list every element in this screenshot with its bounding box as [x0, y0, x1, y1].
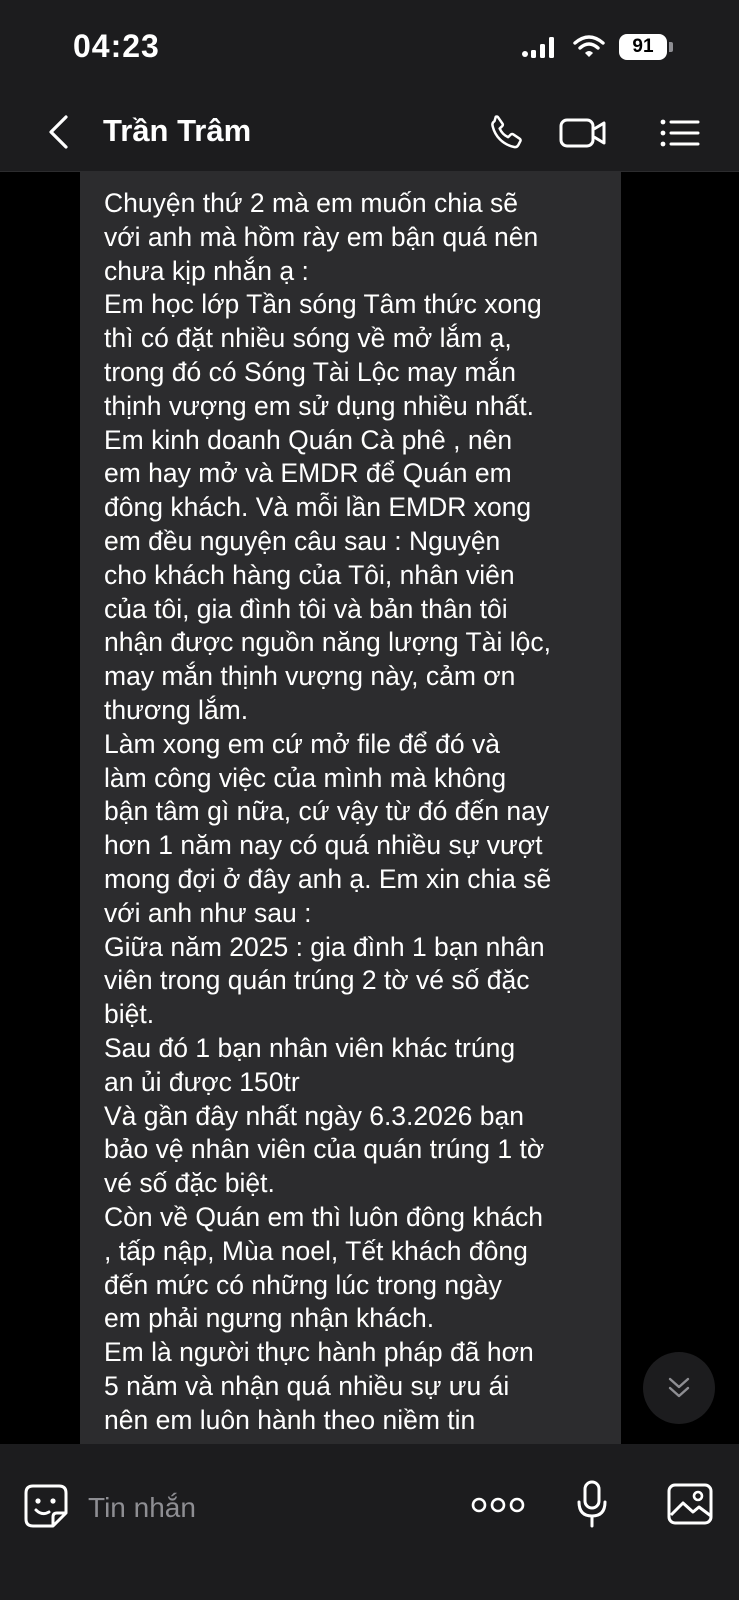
message-line: hơn 1 năm nay có quá nhiều sự vượt: [104, 830, 543, 861]
menu-button[interactable]: [652, 105, 708, 161]
double-chevron-down-icon: [668, 1377, 690, 1398]
message-line: thịnh vượng em sử dụng nhiều nhất.: [104, 390, 535, 421]
message-line: của tôi, gia đình tôi và bản thân tôi: [104, 593, 508, 624]
list-menu-icon: [660, 119, 700, 147]
battery-level: 91: [619, 34, 667, 60]
voice-message-button[interactable]: [570, 1476, 614, 1534]
message-line: Còn về Quán em thì luôn đông khách: [104, 1201, 544, 1232]
message-line: bảo vệ nhân viên của quán trúng 1 tờ: [104, 1134, 545, 1165]
scroll-to-bottom-button[interactable]: [643, 1352, 715, 1424]
sticker-face-icon: [24, 1484, 68, 1528]
message-line: Sau đó 1 bạn nhân viên khác trúng: [104, 1032, 516, 1063]
message-line: vé số đặc biệt.: [104, 1168, 275, 1199]
status-icons: 91: [521, 34, 673, 60]
message-line: biệt.: [104, 999, 155, 1030]
chat-header: Trần Trâm: [0, 95, 739, 172]
message-line: Làm xong em cứ mở file để đó và: [104, 728, 500, 759]
message-line: thì có đặt nhiều sóng về mở lắm ạ,: [104, 323, 512, 354]
message-line: 5 năm và nhận quá nhiều sự ưu ái: [104, 1370, 510, 1401]
message-line: đông khách. Và mỗi lần EMDR xong: [104, 492, 532, 523]
message-input-bar: [0, 1444, 739, 1600]
message-line: Giữa năm 2025 : gia đình 1 bạn nhân: [104, 931, 545, 962]
phone-icon: [491, 115, 522, 149]
message-line: làm công việc của mình mà không: [104, 762, 507, 793]
message-line: nên em luôn hành theo niềm tin: [104, 1404, 476, 1435]
message-line: an ủi được 150tr: [104, 1066, 300, 1097]
message-line: mong đợi ở đây anh ạ. Em xin chia sẽ: [104, 863, 552, 894]
image-icon: [667, 1483, 713, 1525]
back-button[interactable]: [38, 107, 78, 157]
message-line: may mắn thịnh vượng này, cảm ơn: [104, 661, 516, 692]
message-line: bận tâm gì nữa, cứ vậy từ đó đến nay: [104, 796, 550, 827]
message-line: nhận được nguồn năng lượng Tài lộc,: [104, 627, 551, 658]
call-button[interactable]: [479, 105, 535, 161]
battery-indicator: 91: [619, 34, 673, 60]
message-line: chưa kịp nhắn ạ :: [104, 255, 309, 286]
message-input[interactable]: [88, 1486, 428, 1530]
more-dots-icon: [471, 1497, 525, 1513]
message-bubble[interactable]: Chuyện thứ 2 mà em muốn chia sẽ với anh …: [80, 172, 621, 1444]
message-line: em phải ngưng nhận khách.: [104, 1303, 435, 1334]
message-line: với anh mà hồm rày em bận quá nên: [104, 221, 539, 252]
contact-name[interactable]: Trần Trâm: [103, 113, 251, 149]
message-line: với anh như sau :: [104, 897, 312, 928]
message-line: cho khách hàng của Tôi, nhân viên: [104, 559, 515, 590]
gallery-button[interactable]: [664, 1478, 716, 1530]
message-line: trong đó có Sóng Tài Lộc may mắn: [104, 356, 516, 387]
message-line: Em kinh doanh Quán Cà phê , nên: [104, 424, 513, 455]
message-line: thương lắm.: [104, 694, 249, 725]
message-line: viên trong quán trúng 2 tờ vé số đặc: [104, 965, 530, 996]
battery-tip: [669, 42, 673, 52]
more-options-button[interactable]: [470, 1490, 526, 1520]
message-line: em đều nguyện câu sau : Nguyện: [104, 525, 501, 556]
message-line: , tấp nập, Mùa noel, Tết khách đông: [104, 1235, 528, 1266]
message-line: Chuyện thứ 2 mà em muốn chia sẽ: [104, 188, 518, 218]
message-line: Và gần đây nhất ngày 6.3.2026 bạn: [104, 1100, 524, 1131]
wifi-icon: [573, 35, 605, 57]
video-call-button[interactable]: [555, 105, 611, 161]
message-line: em hay mở và EMDR để Quán em: [104, 458, 512, 489]
status-time: 04:23: [73, 28, 160, 64]
sticker-button[interactable]: [20, 1480, 72, 1532]
microphone-icon: [577, 1480, 607, 1528]
message-line: đến mức có những lúc trong ngày: [104, 1269, 502, 1300]
status-bar: 04:23 91: [0, 0, 739, 95]
message-line: Em học lớp Tần sóng Tâm thức xong: [104, 289, 542, 320]
signal-icon: [522, 37, 554, 58]
message-line: Em là người thực hành pháp đã hơn: [104, 1337, 534, 1368]
video-camera-icon: [559, 118, 606, 148]
chevron-left-icon: [49, 115, 68, 149]
chat-area[interactable]: Chuyện thứ 2 mà em muốn chia sẽ với anh …: [0, 172, 739, 1444]
